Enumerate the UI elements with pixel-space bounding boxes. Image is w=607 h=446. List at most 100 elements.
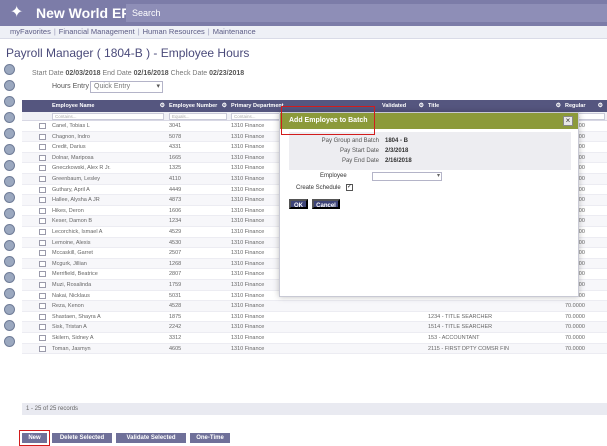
app-icon[interactable] — [4, 272, 15, 283]
delete-selected-button[interactable]: Delete Selected — [52, 433, 112, 443]
app-icon[interactable] — [4, 224, 15, 235]
employee-name-cell[interactable]: Chagnon, Indro — [52, 132, 90, 142]
regular-hours-cell[interactable]: 70.0000 — [565, 344, 585, 354]
employee-name-cell[interactable]: Sisk, Tristan A — [52, 322, 87, 332]
close-icon[interactable] — [4, 64, 15, 75]
row-checkbox[interactable] — [39, 282, 46, 288]
app-icon[interactable] — [4, 176, 15, 187]
filter-name[interactable]: Contains... — [52, 113, 164, 120]
employee-name-cell[interactable]: Canel, Tobias L — [52, 121, 90, 131]
col-title[interactable]: Title ⚙ — [428, 100, 563, 112]
app-icon[interactable] — [4, 96, 15, 107]
gear-icon: ⚙ — [221, 103, 227, 109]
row-checkbox[interactable] — [39, 250, 46, 257]
row-checkbox[interactable] — [39, 218, 46, 225]
close-icon[interactable]: × — [563, 116, 573, 126]
col-employee-number[interactable]: Employee Number ⚙ — [169, 100, 229, 112]
search-input[interactable]: Search — [126, 4, 607, 22]
row-checkbox[interactable] — [39, 303, 46, 310]
employee-name-cell[interactable]: Toman, Jasmyn — [52, 344, 91, 354]
employee-name-cell[interactable]: Muzi, Rosalinda — [52, 280, 91, 290]
app-icon[interactable] — [4, 112, 15, 123]
employee-name-cell[interactable]: Hikes, Deron — [52, 206, 84, 216]
regular-hours-cell[interactable]: 70.0000 — [565, 322, 585, 332]
app-icon[interactable] — [4, 160, 15, 171]
app-icon[interactable] — [4, 320, 15, 331]
row-checkbox[interactable] — [39, 123, 46, 129]
row-checkbox[interactable] — [39, 197, 46, 204]
table-row[interactable]: Toman, Jasmyn 4605 1310 Finance 2115 - FIRS… — [22, 343, 607, 355]
nav-item-hr[interactable]: Human Resources — [143, 27, 205, 36]
ok-button[interactable]: OK — [289, 199, 308, 209]
employee-name-cell[interactable]: Hallee, Alysha A JR — [52, 195, 100, 205]
table-row[interactable]: Skilern, Sidney A 3312 1310 Finance 153 - A… — [22, 333, 607, 344]
hours-entry-mode-select[interactable]: Quick Entry ▾ — [90, 81, 163, 93]
row-checkbox[interactable] — [39, 335, 46, 341]
col-regular[interactable]: Regular ⚙ — [565, 100, 605, 112]
row-checkbox[interactable] — [39, 260, 46, 267]
col-validated[interactable]: Validated ⚙ — [382, 100, 426, 112]
row-checkbox[interactable] — [39, 324, 46, 331]
regular-hours-cell[interactable]: 70.0000 — [565, 312, 585, 322]
employee-name-cell[interactable]: Credit, Darius — [52, 142, 86, 152]
app-icon[interactable] — [4, 240, 15, 251]
nav-item-favorites[interactable]: myFavorites — [10, 27, 51, 36]
app-icon[interactable] — [4, 304, 15, 315]
employee-name-cell[interactable]: Mccaskill, Garret — [52, 248, 93, 258]
employee-number-cell: 1234 — [169, 218, 182, 225]
table-row[interactable]: Shastaen, Shayra A 1875 1310 Finance 1234 -… — [22, 312, 607, 323]
table-row[interactable]: Sisk, Tristan A 2242 1310 Finance 1514 - TI… — [22, 322, 607, 333]
row-checkbox[interactable] — [39, 186, 46, 193]
cancel-button[interactable]: Cancel — [312, 199, 340, 209]
row-checkbox[interactable] — [39, 165, 46, 172]
regular-hours-cell[interactable]: 70.0000 — [565, 333, 585, 343]
app-icon[interactable] — [4, 80, 15, 91]
nav-item-financial[interactable]: Financial Management — [59, 27, 135, 36]
create-schedule-label: Create Schedule — [296, 185, 341, 191]
employee-name-cell[interactable]: Skilern, Sidney A — [52, 333, 94, 343]
row-checkbox[interactable] — [39, 239, 46, 246]
app-icon[interactable] — [4, 208, 15, 219]
nav-item-maintenance[interactable]: Maintenance — [213, 27, 256, 36]
employee-name-cell[interactable]: Keser, Damon B — [52, 216, 92, 226]
app-icon[interactable] — [4, 144, 15, 155]
table-row[interactable]: Reza, Kenon 4528 1310 Finance 70.0000 — [22, 301, 607, 312]
row-checkbox[interactable] — [39, 313, 46, 320]
validate-selected-button[interactable]: Validate Selected — [116, 433, 186, 443]
employee-name-cell[interactable]: Mcgurk, Jillian — [52, 259, 87, 269]
row-checkbox[interactable] — [39, 133, 46, 140]
employee-number-cell: 1606 — [169, 207, 182, 214]
employee-name-cell[interactable]: Reza, Kenon — [52, 301, 84, 311]
row-checkbox[interactable] — [39, 292, 46, 299]
filter-number[interactable]: Equals... — [169, 113, 227, 120]
app-icon[interactable] — [4, 336, 15, 347]
row-checkbox[interactable] — [39, 271, 46, 278]
row-checkbox[interactable] — [39, 154, 46, 161]
gear-icon: ⚙ — [418, 103, 424, 109]
employee-name-cell[interactable]: Nakai, Nicklaus — [52, 291, 90, 301]
batch-dates: Start Date 02/03/2018 End Date 02/16/201… — [32, 70, 245, 77]
regular-hours-cell[interactable]: 70.0000 — [565, 301, 585, 311]
app-icon[interactable] — [4, 192, 15, 203]
app-icon[interactable] — [4, 128, 15, 139]
employee-name-cell[interactable]: Merrifield, Beatrice — [52, 269, 98, 279]
app-icon[interactable] — [4, 288, 15, 299]
employee-name-cell[interactable]: Guthary, April A — [52, 185, 90, 195]
row-checkbox[interactable] — [39, 176, 46, 182]
employee-name-cell[interactable]: Dolnar, Mariposa — [52, 153, 94, 163]
row-checkbox[interactable] — [39, 345, 46, 352]
col-employee-name[interactable]: Employee Name ⚙ — [52, 100, 167, 112]
employee-name-cell[interactable]: Lecorchick, Ismael A — [52, 227, 102, 237]
create-schedule-checkbox[interactable]: ✓ — [346, 184, 353, 191]
employee-number-cell: 2807 — [169, 271, 182, 278]
app-icon[interactable] — [4, 256, 15, 267]
employee-select[interactable]: ▾ — [372, 172, 442, 181]
employee-name-cell[interactable]: Shastaen, Shayra A — [52, 312, 101, 322]
employee-name-cell[interactable]: Gneczkowski, Alex R Jr. — [52, 163, 111, 173]
one-time-button[interactable]: One-Time — [190, 433, 230, 443]
employee-name-cell[interactable]: Lemoine, Alexis — [52, 238, 91, 248]
row-checkbox[interactable] — [39, 229, 46, 235]
row-checkbox[interactable] — [39, 144, 46, 151]
row-checkbox[interactable] — [39, 207, 46, 214]
employee-name-cell[interactable]: Greenbaum, Lesley — [52, 174, 100, 184]
